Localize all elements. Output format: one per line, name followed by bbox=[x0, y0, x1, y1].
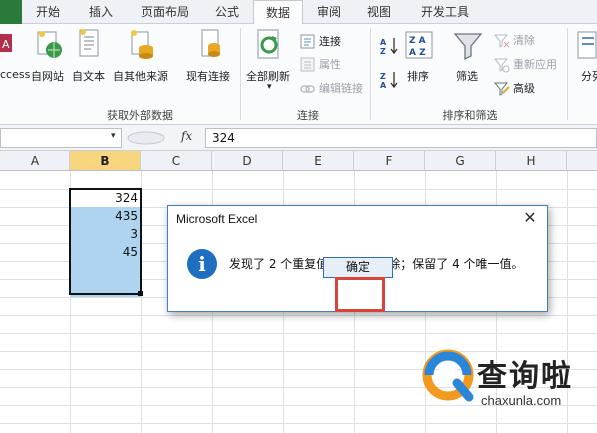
tab-page-layout[interactable]: 页面布局 bbox=[128, 0, 202, 24]
tab-insert[interactable]: 插入 bbox=[76, 0, 126, 24]
column-header-a[interactable]: A bbox=[0, 151, 70, 171]
advanced-filter-icon bbox=[494, 82, 510, 96]
dialog-title: Microsoft Excel bbox=[176, 212, 258, 226]
clear-filter-icon bbox=[494, 34, 510, 48]
insert-function-button[interactable]: fx bbox=[181, 129, 192, 143]
group-label-external-data: 获取外部数据 bbox=[107, 109, 173, 122]
text-file-icon bbox=[79, 29, 99, 57]
refresh-dropdown-arrow[interactable]: ▾ bbox=[267, 82, 272, 92]
column-header-e[interactable]: E bbox=[283, 151, 354, 171]
cell-b3[interactable]: 435 bbox=[71, 207, 141, 225]
existing-connections-icon bbox=[201, 29, 220, 57]
formula-input[interactable]: 324 bbox=[205, 128, 597, 148]
text-to-columns-icon bbox=[577, 31, 597, 59]
group-label-sort-filter: 排序和筛选 bbox=[442, 109, 498, 122]
svg-text:Z: Z bbox=[380, 47, 386, 56]
cell-b4[interactable]: 3 bbox=[71, 225, 141, 243]
info-icon: i bbox=[187, 249, 217, 279]
svg-text:Z A: Z A bbox=[409, 36, 426, 46]
web-globe-icon bbox=[37, 31, 62, 58]
tab-view[interactable]: 视图 bbox=[356, 0, 402, 24]
ribbon: A ccess 自网站 自文本 自其他来源 现有连接 获取外部数据 全部刷新 ▾… bbox=[0, 24, 597, 125]
refresh-icon bbox=[257, 29, 279, 59]
file-tab-fragment[interactable] bbox=[0, 0, 22, 24]
cell-b2[interactable]: 324 bbox=[71, 189, 141, 207]
svg-text:A Z: A Z bbox=[409, 48, 426, 58]
close-icon[interactable]: ✕ bbox=[519, 208, 541, 228]
formula-bar: ▾ fx 324 bbox=[0, 125, 597, 151]
chain-link-icon bbox=[300, 85, 315, 93]
group-separator bbox=[240, 28, 241, 120]
svg-text:A: A bbox=[380, 81, 387, 90]
group-label-connections: 连接 bbox=[297, 109, 319, 122]
properties-icon bbox=[300, 57, 315, 72]
fill-handle[interactable] bbox=[138, 291, 143, 296]
svg-text:A: A bbox=[380, 38, 387, 47]
reapply-filter-icon bbox=[494, 58, 510, 73]
sort-dialog-icon: Z A A Z bbox=[405, 31, 433, 59]
tab-data[interactable]: 数据 bbox=[253, 0, 303, 25]
connections-icon bbox=[300, 34, 315, 49]
access-icon: A bbox=[0, 34, 12, 52]
svg-text:Z: Z bbox=[380, 72, 386, 81]
sort-az-icon: A Z bbox=[380, 38, 398, 56]
group-separator bbox=[370, 28, 371, 120]
tab-home[interactable]: 开始 bbox=[22, 0, 74, 24]
name-box-dropdown-icon[interactable]: ▾ bbox=[111, 131, 116, 141]
column-header-h[interactable]: H bbox=[496, 151, 567, 171]
sort-za-icon: Z A bbox=[380, 72, 398, 90]
tab-formulas[interactable]: 公式 bbox=[204, 0, 250, 24]
column-header-b[interactable]: B bbox=[70, 151, 141, 171]
column-header-f[interactable]: F bbox=[354, 151, 425, 171]
column-header-g[interactable]: G bbox=[425, 151, 496, 171]
name-box[interactable]: ▾ bbox=[0, 128, 122, 148]
ribbon-tab-bar: 开始 插入 页面布局 公式 数据 审阅 视图 开发工具 bbox=[0, 0, 597, 25]
watermark-logo-icon bbox=[422, 349, 474, 402]
cell-b5[interactable]: 45 bbox=[71, 243, 141, 261]
highlight-annotation bbox=[335, 277, 385, 312]
watermark: 查询啦 chaxunla.com bbox=[421, 343, 597, 433]
formula-value: 324 bbox=[212, 131, 235, 145]
ok-button[interactable]: 确定 bbox=[323, 257, 393, 278]
watermark-brand: 查询啦 bbox=[477, 359, 573, 394]
svg-text:A: A bbox=[2, 38, 10, 51]
column-header-c[interactable]: C bbox=[141, 151, 212, 171]
column-header-d[interactable]: D bbox=[212, 151, 283, 171]
other-sources-icon bbox=[131, 30, 153, 59]
tab-developer[interactable]: 开发工具 bbox=[410, 0, 480, 24]
filter-funnel-icon bbox=[453, 33, 483, 61]
group-separator bbox=[567, 28, 568, 120]
tab-review[interactable]: 审阅 bbox=[306, 0, 352, 24]
column-header-i[interactable] bbox=[567, 151, 597, 171]
watermark-url: chaxunla.com bbox=[481, 393, 562, 408]
